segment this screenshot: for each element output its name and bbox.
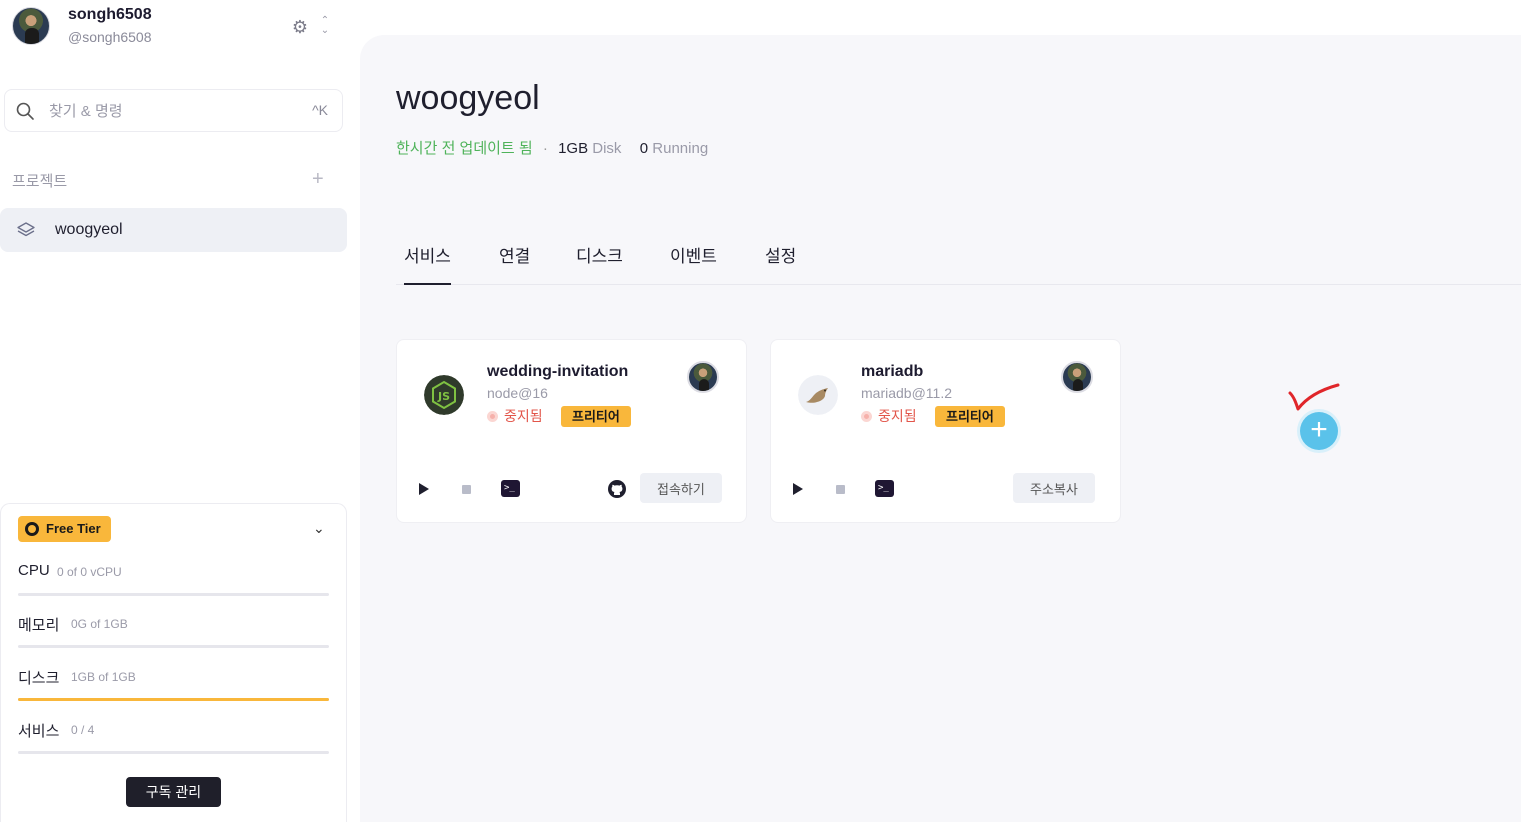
search-input[interactable] xyxy=(49,99,279,123)
tier-label: Free Tier xyxy=(46,521,101,536)
service-name: wedding-invitation xyxy=(487,363,629,380)
status-text: 중지됨 xyxy=(878,408,917,424)
usage-bar-fill xyxy=(18,698,329,701)
terminal-icon[interactable]: >_ xyxy=(875,480,894,497)
metric-name: CPU xyxy=(18,562,50,579)
metric-cpu: CPU 0 of 0 vCPU xyxy=(18,562,329,602)
metric-value: 0 / 4 xyxy=(71,723,95,737)
tier-chip: 프리티어 xyxy=(561,406,631,427)
service-version: mariadb@11.2 xyxy=(861,385,952,401)
metric-services: 서비스 0 / 4 xyxy=(18,720,329,760)
usage-bar xyxy=(18,593,329,596)
connect-button[interactable]: 접속하기 xyxy=(640,473,722,503)
metric-name: 메모리 xyxy=(18,617,60,634)
tier-chip: 프리티어 xyxy=(935,406,1005,427)
search-shortcut: ^K xyxy=(312,102,328,118)
usage-bar xyxy=(18,698,329,701)
metric-value: 1GB of 1GB xyxy=(71,670,136,684)
metric-memory: 메모리 0G of 1GB xyxy=(18,614,329,654)
running-unit: Running xyxy=(652,140,709,157)
service-card[interactable]: mariadb mariadb@11.2 중지됨 프리티어 >_ 주소복사 xyxy=(770,339,1121,523)
updated-text: 한시간 전 업데이트 됨 xyxy=(396,140,533,157)
avatar xyxy=(1061,361,1093,393)
copy-address-button[interactable]: 주소복사 xyxy=(1013,473,1095,503)
github-icon[interactable] xyxy=(607,479,627,499)
running-value: 0 xyxy=(639,140,649,157)
play-icon[interactable] xyxy=(419,483,429,495)
chevron-up-down-icon[interactable]: ⌃ ⌄ xyxy=(318,16,332,38)
svg-text:JS: JS xyxy=(437,390,450,403)
stop-icon[interactable] xyxy=(462,485,471,494)
mariadb-icon xyxy=(798,375,838,415)
sidebar-item-woogyeol[interactable]: woogyeol xyxy=(0,208,347,252)
search-icon xyxy=(16,102,34,120)
main-panel: woogyeol 한시간 전 업데이트 됨 · 1GB Disk 0 Runni… xyxy=(360,35,1521,822)
status-dot xyxy=(861,411,872,422)
project-meta: 한시간 전 업데이트 됨 · 1GB Disk 0 Running xyxy=(396,137,708,158)
meta-separator: · xyxy=(542,140,548,157)
status-badge: 중지됨 xyxy=(861,406,917,426)
tab-events[interactable]: 이벤트 xyxy=(670,245,717,285)
projects-label: 프로젝트 xyxy=(12,173,68,190)
layers-icon xyxy=(17,222,35,237)
tab-services[interactable]: 서비스 xyxy=(404,245,451,285)
metric-disk: 디스크 1GB of 1GB xyxy=(18,667,329,707)
status-dot xyxy=(487,411,498,422)
usage-panel: Free Tier ⌄ CPU 0 of 0 vCPU 메모리 0G of 1G… xyxy=(0,503,347,822)
user-menu[interactable]: songh6508 @songh6508 ⚙ ⌃ ⌄ xyxy=(12,6,342,50)
chevron-down-icon[interactable]: ⌄ xyxy=(313,520,325,537)
sidebar: songh6508 @songh6508 ⚙ ⌃⌄ ^K 프로젝트 + woog… xyxy=(0,0,360,822)
add-service-button[interactable]: + xyxy=(1300,412,1338,450)
gear-icon[interactable]: ⚙ xyxy=(290,17,310,37)
user-handle: @songh6508 xyxy=(68,29,152,45)
tier-badge: Free Tier xyxy=(18,516,111,542)
usage-bar xyxy=(18,751,329,754)
avatar xyxy=(687,361,719,393)
tab-connections[interactable]: 연결 xyxy=(499,245,530,285)
manage-subscription-button[interactable]: 구독 관리 xyxy=(126,777,221,807)
metric-value: 0 of 0 vCPU xyxy=(57,565,122,579)
metric-name: 서비스 xyxy=(18,723,60,740)
metric-name: 디스크 xyxy=(18,670,60,687)
status-badge: 중지됨 xyxy=(487,406,543,426)
tab-disk[interactable]: 디스크 xyxy=(576,245,623,285)
stop-icon[interactable] xyxy=(836,485,845,494)
page-title: woogyeol xyxy=(396,79,540,117)
disk-unit: Disk xyxy=(592,140,622,157)
sidebar-item-label: woogyeol xyxy=(55,221,123,238)
add-project-icon[interactable]: + xyxy=(312,169,324,189)
usage-bar xyxy=(18,645,329,648)
smile-icon xyxy=(25,522,39,536)
service-name: mariadb xyxy=(861,363,924,380)
terminal-icon[interactable]: >_ xyxy=(501,480,520,497)
nodejs-icon: JS xyxy=(424,375,464,415)
avatar xyxy=(12,7,50,45)
username: songh6508 xyxy=(68,6,152,23)
search-bar[interactable]: ^K xyxy=(4,89,343,132)
metric-value: 0G of 1GB xyxy=(71,617,128,631)
service-version: node@16 xyxy=(487,385,548,401)
status-text: 중지됨 xyxy=(504,408,543,424)
service-card[interactable]: JS wedding-invitation node@16 중지됨 프리티어 >… xyxy=(396,339,747,523)
play-icon[interactable] xyxy=(793,483,803,495)
tab-settings[interactable]: 설정 xyxy=(765,245,796,285)
tab-bar: 서비스 연결 디스크 이벤트 설정 xyxy=(396,245,1521,285)
disk-value: 1GB xyxy=(558,140,589,157)
